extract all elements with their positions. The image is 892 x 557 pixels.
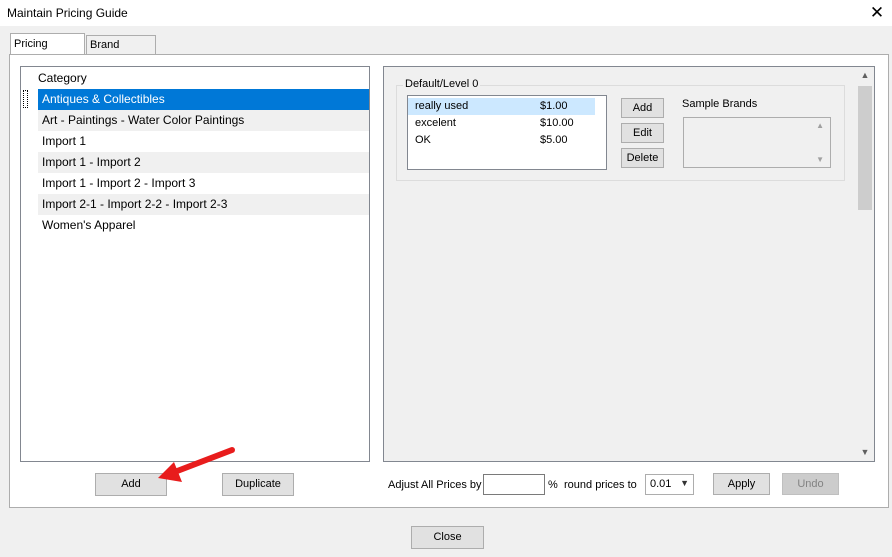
sample-scroll-up-icon: ▲ <box>816 121 824 130</box>
price-condition: excelent <box>415 117 456 129</box>
category-column-header: Category <box>38 71 87 85</box>
close-button[interactable]: Close <box>411 526 484 549</box>
category-row-womens-apparel[interactable]: Women's Apparel <box>38 215 369 236</box>
category-row-antiques[interactable]: Antiques & Collectibles <box>38 89 369 110</box>
percent-label: % <box>548 479 558 491</box>
round-prices-label: round prices to <box>564 479 637 491</box>
current-row-marker <box>23 90 28 108</box>
price-list[interactable]: really used $1.00 excelent $10.00 OK $5.… <box>407 95 607 170</box>
sample-scroll-down-icon: ▼ <box>816 155 824 164</box>
scroll-thumb[interactable] <box>858 86 872 210</box>
level-group-title: Default/Level 0 <box>403 78 481 90</box>
price-value: $1.00 <box>540 100 568 112</box>
round-prices-select[interactable]: 0.01 ▼ <box>645 474 694 495</box>
tab-brand-levels[interactable]: Brand Levels <box>86 35 156 69</box>
category-row-import-1-2-3[interactable]: Import 1 - Import 2 - Import 3 <box>38 173 369 194</box>
adjust-percent-input[interactable] <box>483 474 545 495</box>
price-row[interactable]: excelent $10.00 <box>408 115 595 132</box>
category-row-art[interactable]: Art - Paintings - Water Color Paintings <box>38 110 369 131</box>
title-bar: Maintain Pricing Guide ✕ <box>0 0 892 26</box>
vertical-scrollbar[interactable]: ▲ ▼ <box>856 67 874 461</box>
delete-price-button[interactable]: Delete <box>621 148 664 168</box>
scroll-up-arrow-icon[interactable]: ▲ <box>856 67 874 84</box>
sample-brands-label: Sample Brands <box>682 98 758 110</box>
price-value: $5.00 <box>540 134 568 146</box>
category-row-import-1[interactable]: Import 1 <box>38 131 369 152</box>
sample-brands-box[interactable]: ▲ ▼ <box>683 117 831 168</box>
price-row[interactable]: really used $1.00 <box>408 98 595 115</box>
price-row[interactable]: OK $5.00 <box>408 132 595 149</box>
close-window-icon[interactable]: ✕ <box>862 0 892 26</box>
scroll-down-arrow-icon[interactable]: ▼ <box>856 444 874 461</box>
add-price-button[interactable]: Add <box>621 98 664 118</box>
round-prices-value: 0.01 <box>650 478 672 490</box>
price-condition: OK <box>415 134 431 146</box>
category-row-import-2[interactable]: Import 2-1 - Import 2-2 - Import 2-3 <box>38 194 369 215</box>
category-list[interactable]: Category Antiques & Collectibles Art - P… <box>20 66 370 462</box>
chevron-down-icon: ▼ <box>680 478 689 488</box>
adjust-prices-label: Adjust All Prices by <box>388 479 482 491</box>
price-value: $10.00 <box>540 117 574 129</box>
window-title: Maintain Pricing Guide <box>7 6 128 20</box>
apply-button[interactable]: Apply <box>713 473 770 495</box>
red-arrow-annotation <box>158 447 235 482</box>
category-row-import-1-2[interactable]: Import 1 - Import 2 <box>38 152 369 173</box>
undo-button[interactable]: Undo <box>782 473 839 495</box>
edit-price-button[interactable]: Edit <box>621 123 664 143</box>
tab-pricing-guides[interactable]: Pricing Guides <box>10 33 85 70</box>
price-condition: really used <box>415 100 469 112</box>
